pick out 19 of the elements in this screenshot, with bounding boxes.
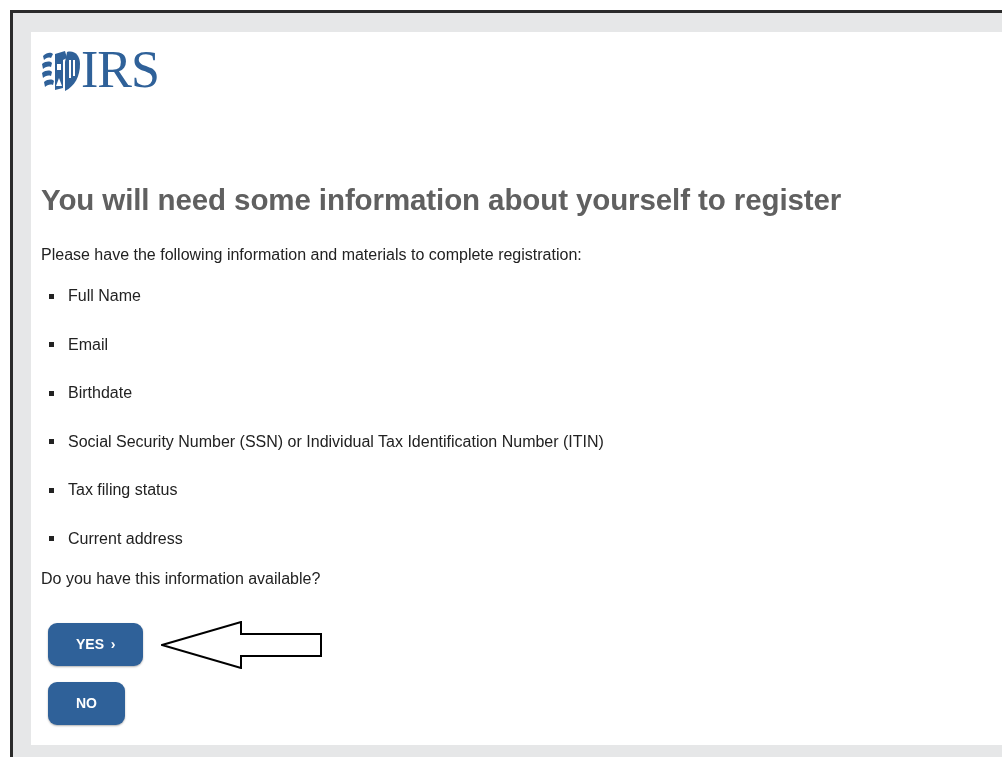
bullet-icon [49, 342, 54, 348]
list-item: Tax filing status [68, 480, 178, 501]
question-text: Do you have this information available? [41, 568, 322, 589]
intro-text: Please have the following information and materials to complete registration: [41, 245, 583, 266]
eagle-emblem-icon [41, 48, 81, 92]
page-heading: You will need some information about yourself to register [41, 182, 843, 218]
logo-text: IRS [81, 44, 159, 96]
bullet-icon [49, 536, 54, 542]
yes-button[interactable]: YES › [48, 623, 144, 667]
list-item: Email [68, 334, 108, 355]
list-item: Full Name [68, 286, 141, 307]
bullet-icon [49, 390, 54, 396]
list-item: Current address [68, 528, 183, 549]
no-button[interactable]: NO [48, 681, 125, 725]
bullet-icon [49, 487, 54, 493]
list-item: Birthdate [68, 383, 133, 404]
list-item: Social Security Number (SSN) or Individual Tax Identification Number (ITIN) [68, 431, 604, 452]
bullet-icon [49, 293, 54, 299]
bullet-icon [49, 439, 54, 445]
